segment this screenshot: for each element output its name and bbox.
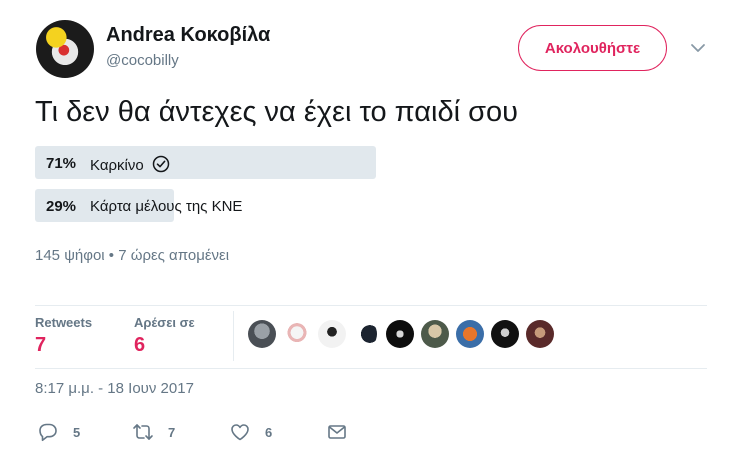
divider	[35, 305, 707, 306]
stats-separator	[233, 311, 234, 361]
likes-stat[interactable]: Αρέσει σε 6	[134, 315, 195, 357]
liker-avatar[interactable]	[386, 320, 414, 348]
heart-icon	[231, 424, 249, 441]
chevron-down-icon[interactable]	[690, 40, 706, 56]
check-circle-icon	[152, 155, 169, 173]
liker-avatar[interactable]	[526, 320, 554, 348]
author-avatar[interactable]	[36, 20, 94, 78]
poll-option-1: 71% Καρκίνο	[35, 146, 515, 179]
poll-bar	[35, 146, 376, 179]
liker-avatar[interactable]	[421, 320, 449, 348]
direct-message-button[interactable]	[326, 421, 348, 443]
likes-label: Αρέσει σε	[134, 315, 195, 330]
poll-option-label: Καρκίνο	[90, 157, 144, 174]
tweet-text: Τι δεν θα άντεχες να έχει το παιδί σου	[35, 96, 519, 128]
retweets-label: Retweets	[35, 315, 93, 330]
liker-avatar[interactable]	[353, 320, 377, 348]
poll-option-2: 29% Κάρτα μέλους της ΚΝΕ	[35, 189, 515, 222]
retweet-button[interactable]: 7	[132, 421, 175, 443]
follow-button[interactable]: Ακολουθήστε	[518, 25, 667, 71]
poll-option-label-wrap: Καρκίνο	[90, 155, 170, 174]
like-button[interactable]: 6	[229, 421, 272, 443]
poll-percentage: 71%	[46, 155, 77, 172]
retweet-count: 7	[168, 424, 176, 440]
liker-avatar[interactable]	[491, 320, 519, 348]
liker-avatar[interactable]	[248, 320, 276, 348]
divider	[35, 368, 707, 369]
envelope-icon	[328, 425, 346, 439]
reply-icon	[39, 423, 57, 442]
retweets-value: 7	[35, 334, 47, 356]
liker-avatar[interactable]	[318, 320, 346, 348]
likes-value: 6	[134, 334, 146, 356]
author-handle[interactable]: @cocobilly	[106, 52, 179, 69]
retweet-icon	[133, 424, 153, 440]
liker-avatar[interactable]	[456, 320, 484, 348]
author-name[interactable]: Andrea Κοκοβίλα	[106, 24, 270, 47]
poll-option-label: Κάρτα μέλους της ΚΝΕ	[90, 198, 243, 215]
like-count: 6	[265, 424, 273, 440]
retweets-stat[interactable]: Retweets 7	[35, 315, 92, 357]
tweet-timestamp[interactable]: 8:17 μ.μ. - 18 Ιουν 2017	[35, 380, 194, 397]
reply-count: 5	[73, 424, 81, 440]
liker-avatar[interactable]	[283, 320, 311, 348]
poll-meta: 145 ψήφοι • 7 ώρες απομένει	[35, 247, 230, 264]
reply-button[interactable]: 5	[37, 421, 80, 443]
poll-percentage: 29%	[46, 198, 77, 215]
